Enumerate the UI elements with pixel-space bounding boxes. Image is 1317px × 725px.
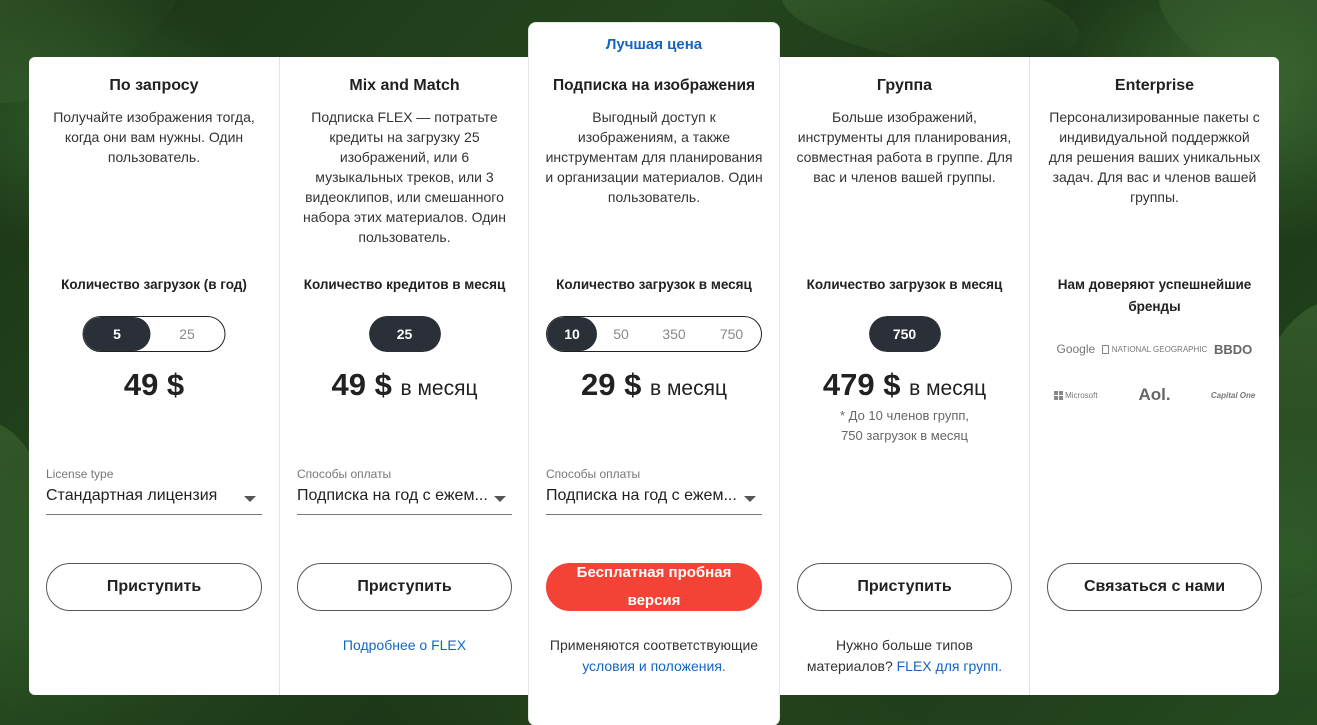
button-line: Бесплатная пробная bbox=[576, 564, 732, 581]
flex-for-teams-link[interactable]: FLEX для групп. bbox=[897, 658, 1003, 674]
plan-footer: Применяются соответствующие условия и по… bbox=[539, 635, 769, 677]
plan-footer: Нужно больше типов материалов? FLEX для … bbox=[800, 635, 1009, 677]
quantity-toggle: 25 bbox=[368, 316, 441, 352]
price-note: * До 10 членов групп, 750 загрузок в мес… bbox=[780, 406, 1029, 446]
plan-footer: Подробнее о FLEX bbox=[290, 635, 519, 656]
start-button[interactable]: Приступить bbox=[297, 563, 512, 611]
price: 49 $ bbox=[29, 367, 279, 403]
dropdown-caret-icon bbox=[744, 496, 756, 502]
price-value: 49 $ bbox=[123, 367, 185, 402]
dropdown-caret-icon bbox=[494, 496, 506, 502]
quantity-option-350[interactable]: 350 bbox=[645, 317, 703, 351]
field-label: License type bbox=[46, 467, 114, 481]
quantity-option-50[interactable]: 50 bbox=[597, 317, 645, 351]
terms-link[interactable]: условия и положения. bbox=[582, 658, 726, 674]
price: 49 $ в месяц bbox=[280, 367, 529, 403]
payment-method-select[interactable]: Способы оплаты Подписка на год с ежем... bbox=[546, 467, 762, 515]
note-line: * До 10 членов групп, bbox=[839, 408, 970, 423]
quantity-label: Количество загрузок в месяц bbox=[556, 277, 752, 292]
field-label: Способы оплаты bbox=[546, 467, 641, 481]
plan-description: Персонализированные пакеты с индивидуаль… bbox=[1048, 109, 1261, 205]
quantity-option-5[interactable]: 5 bbox=[83, 317, 151, 351]
price: 29 $ в месяц bbox=[529, 367, 779, 403]
plan-description: Получайте изображения тогда, когда они в… bbox=[53, 109, 255, 165]
best-price-badge: Лучшая цена bbox=[605, 36, 703, 53]
bbdo-logo: BBDO bbox=[1214, 341, 1253, 357]
start-button[interactable]: Приступить bbox=[797, 563, 1012, 611]
plan-mix-and-match: Mix and Match Подписка FLEX — потратьте … bbox=[279, 57, 529, 695]
license-type-select[interactable]: License type Стандартная лицензия bbox=[46, 467, 262, 515]
plan-title: Группа bbox=[876, 77, 933, 94]
quantity-option-750[interactable]: 750 bbox=[868, 316, 941, 352]
payment-method-select[interactable]: Способы оплаты Подписка на год с ежем... bbox=[297, 467, 512, 515]
plan-image-subscription: Лучшая цена Подписка на изображения Выго… bbox=[529, 23, 779, 725]
national-geographic-logo: NATIONAL GEOGRAPHIC bbox=[1101, 339, 1207, 359]
quantity-toggle: 750 bbox=[868, 316, 941, 352]
price-value: 49 $ bbox=[331, 367, 392, 402]
field-label: Способы оплаты bbox=[297, 467, 392, 481]
dropdown-caret-icon bbox=[244, 496, 256, 502]
plan-title: Enterprise bbox=[1114, 77, 1195, 94]
google-logo: Google bbox=[1056, 342, 1096, 356]
price-value: 29 $ bbox=[581, 367, 642, 402]
plan-on-demand: По запросу Получайте изображения тогда, … bbox=[29, 57, 279, 695]
price-period: в месяц bbox=[909, 377, 987, 400]
quantity-label: Количество кредитов в месяц bbox=[303, 277, 506, 292]
quantity-toggle: 10 50 350 750 bbox=[546, 316, 762, 352]
capital-one-logo: Capital One bbox=[1210, 390, 1256, 400]
flex-info-link[interactable]: Подробнее о FLEX bbox=[343, 637, 466, 653]
plan-title: По запросу bbox=[109, 77, 199, 94]
brand-logos: Google NATIONAL GEOGRAPHIC BBDO Microsof… bbox=[1050, 339, 1259, 405]
price-period: в месяц bbox=[649, 377, 727, 400]
plan-team: Группа Больше изображений, инструменты д… bbox=[779, 57, 1029, 695]
quantity-option-10[interactable]: 10 bbox=[547, 317, 597, 351]
plan-title: Mix and Match bbox=[349, 77, 460, 94]
quantity-option-25[interactable]: 25 bbox=[151, 317, 224, 351]
quantity-option-750[interactable]: 750 bbox=[703, 317, 760, 351]
microsoft-logo: Microsoft bbox=[1050, 385, 1102, 405]
note-line: 750 загрузок в месяц bbox=[841, 428, 968, 443]
brands-label: Нам доверяют успешнейшие бренды bbox=[1057, 277, 1252, 314]
quantity-label: Количество загрузок (в год) bbox=[61, 277, 247, 292]
aol-logo: Aol. bbox=[1138, 385, 1171, 404]
button-line: версия bbox=[627, 592, 681, 609]
price: 479 $ в месяц bbox=[780, 367, 1029, 403]
field-value: Стандартная лицензия bbox=[46, 487, 218, 504]
contact-us-button[interactable]: Связаться с нами bbox=[1047, 563, 1262, 611]
price-value: 479 $ bbox=[822, 367, 901, 402]
free-trial-button[interactable]: Бесплатная пробная версия bbox=[546, 563, 762, 611]
plan-description: Больше изображений, инструменты для план… bbox=[796, 109, 1013, 185]
plan-enterprise: Enterprise Персонализированные пакеты с … bbox=[1029, 57, 1279, 695]
quantity-toggle: 5 25 bbox=[82, 316, 226, 352]
footer-text: Применяются соответствующие bbox=[549, 637, 759, 653]
start-button[interactable]: Приступить bbox=[46, 563, 262, 611]
field-value: Подписка на год с ежем... bbox=[546, 487, 737, 504]
plan-description: Выгодный доступ к изображениям, а также … bbox=[545, 109, 763, 205]
quantity-option-25[interactable]: 25 bbox=[368, 316, 441, 352]
quantity-label: Количество загрузок в месяц bbox=[806, 277, 1003, 292]
plan-description: Подписка FLEX — потратьте кредиты на заг… bbox=[303, 109, 506, 245]
plan-title: Подписка на изображения bbox=[552, 77, 756, 94]
price-period: в месяц bbox=[400, 377, 478, 400]
field-value: Подписка на год с ежем... bbox=[297, 487, 488, 504]
